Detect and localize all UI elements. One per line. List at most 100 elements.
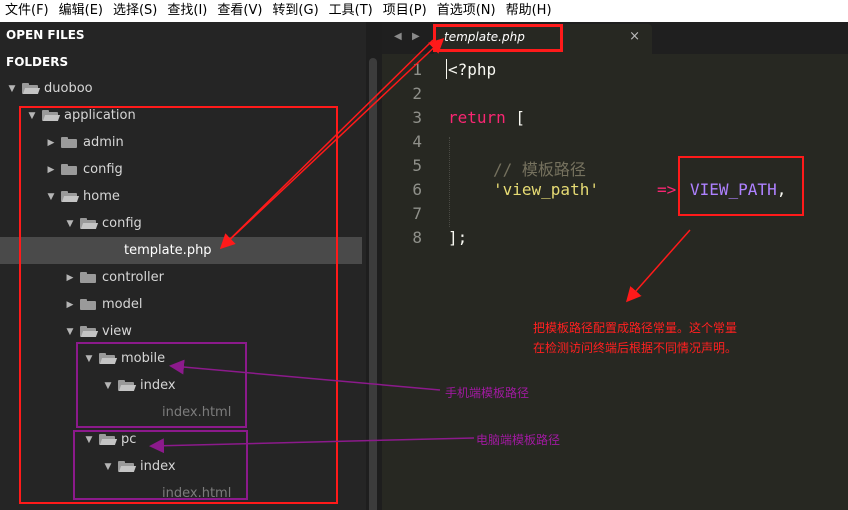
tree-label: index.html [162,405,232,420]
folder-open-icon [99,353,118,364]
tree-label: index.html [162,486,232,501]
tree-folder-application[interactable]: ▼ application [0,102,362,129]
code-line-8[interactable]: ]; [448,228,467,247]
tree-folder-config[interactable]: ▶ config [0,156,362,183]
tree-folder-mobile-index[interactable]: ▼ index [0,372,362,399]
sidebar: OPEN FILES FOLDERS ▼ duoboo ▼ applicatio… [0,22,366,510]
tree-folder-model[interactable]: ▶ model [0,291,362,318]
code-line-5[interactable]: // 模板路径 [493,156,586,180]
menu-find[interactable]: 查找(I) [162,0,212,22]
close-icon[interactable]: × [629,29,640,44]
folder-open-icon [80,326,99,337]
tree-label: template.php [124,243,212,258]
bracket-open: [ [505,108,526,127]
tree-folder-controller[interactable]: ▶ controller [0,264,362,291]
code-constant: VIEW_PATH, [690,180,786,199]
line-number: 7 [412,204,422,223]
expand-right-icon[interactable]: ▶ [45,138,57,148]
expand-down-icon[interactable]: ▼ [6,84,18,94]
tree-label: admin [83,135,124,150]
code-line-6[interactable]: 'view_path' [493,180,599,199]
tree-label: config [102,216,142,231]
code-line-1[interactable]: <?php [448,60,496,79]
tab-nav-left-icon[interactable]: ◀ [394,31,402,42]
scrollbar-thumb[interactable] [369,58,377,510]
expand-down-icon[interactable]: ▼ [83,435,95,445]
arrow-to-note [626,229,691,303]
tab-template-php[interactable]: template.php × [434,24,652,54]
tree-folder-home[interactable]: ▼ home [0,183,362,210]
annotation-note-main: 把模板路径配置成路径常量。这个常量 在检测访问终端后根据不同情况声明。 [533,318,737,358]
folder-open-icon [61,191,80,202]
expand-down-icon[interactable]: ▼ [45,192,57,202]
annotation-note-line-2: 在检测访问终端后根据不同情况声明。 [533,341,738,355]
comma: , [776,180,787,199]
expand-down-icon[interactable]: ▼ [64,219,76,229]
tree-folder-admin[interactable]: ▶ admin [0,129,362,156]
expand-down-icon[interactable]: ▼ [83,354,95,364]
line-number: 5 [412,156,422,175]
string-key: 'view_path' [493,180,599,199]
menu-bar: 文件(F) 编辑(E) 选择(S) 查找(I) 查看(V) 转到(G) 工具(T… [0,0,848,22]
line-number: 4 [412,132,422,151]
code-line-3[interactable]: return [ [448,108,525,127]
tree-folder-pc-index[interactable]: ▼ index [0,453,362,480]
tab-nav-right-icon[interactable]: ▶ [412,31,420,42]
tree-folder-mobile[interactable]: ▼ mobile [0,345,362,372]
folder-open-icon [118,461,137,472]
expand-down-icon[interactable]: ▼ [102,462,114,472]
code-comment: // 模板路径 [493,160,586,179]
folder-open-icon [42,110,61,121]
tree-file-pc-index-html[interactable]: index.html [0,480,362,507]
folder-open-icon [99,434,118,445]
menu-help[interactable]: 帮助(H) [501,0,557,22]
arrow-operator: => [657,180,677,199]
tree-folder-pc[interactable]: ▼ pc [0,426,362,453]
line-number: 2 [412,84,422,103]
line-number: 8 [412,228,422,247]
line-number: 6 [412,180,422,199]
expand-down-icon[interactable]: ▼ [64,327,76,337]
return-keyword: return [448,108,506,127]
open-files-header[interactable]: OPEN FILES [6,28,85,42]
menu-project[interactable]: 项目(P) [378,0,432,22]
tree-folder-duoboo[interactable]: ▼ duoboo [0,75,362,102]
folder-icon [80,272,96,283]
folders-header[interactable]: FOLDERS [6,55,68,69]
tree-folder-view[interactable]: ▼ view [0,318,362,345]
code-arrow-operator: => [657,180,676,199]
tree-label: index [140,378,176,393]
menu-preferences[interactable]: 首选项(N) [432,0,501,22]
expand-down-icon[interactable]: ▼ [102,381,114,391]
expand-right-icon[interactable]: ▶ [64,300,76,310]
tree-label: duoboo [44,81,93,96]
menu-tools[interactable]: 工具(T) [324,0,378,22]
folder-icon [61,164,77,175]
folder-open-icon [118,380,137,391]
expand-down-icon[interactable]: ▼ [26,111,38,121]
menu-file[interactable]: 文件(F) [0,0,54,22]
view-path-constant: VIEW_PATH [690,180,777,199]
tree-label: home [83,189,120,204]
folder-open-icon [80,218,99,229]
tab-title: template.php [444,30,525,44]
annotation-note-line-1: 把模板路径配置成路径常量。这个常量 [533,321,738,335]
menu-selection[interactable]: 选择(S) [108,0,162,22]
line-number: 1 [412,60,422,79]
menu-view[interactable]: 查看(V) [212,0,267,22]
tree-file-mobile-index-html[interactable]: index.html [0,399,362,426]
text-cursor [446,59,447,79]
tree-folder-home-config[interactable]: ▼ config [0,210,362,237]
expand-right-icon[interactable]: ▶ [45,165,57,175]
menu-goto[interactable]: 转到(G) [267,0,323,22]
php-open-tag: <?php [448,60,497,79]
line-number-gutter: 1 2 3 4 5 6 7 8 [382,54,438,510]
menu-edit[interactable]: 编辑(E) [54,0,108,22]
tree-label: model [102,297,143,312]
indent-guide [449,137,450,227]
expand-right-icon[interactable]: ▶ [64,273,76,283]
bracket-close: ]; [448,228,468,247]
tree-file-template-php[interactable]: template.php [0,237,362,264]
folder-open-icon [22,83,41,94]
sidebar-scrollbar[interactable] [366,22,382,510]
